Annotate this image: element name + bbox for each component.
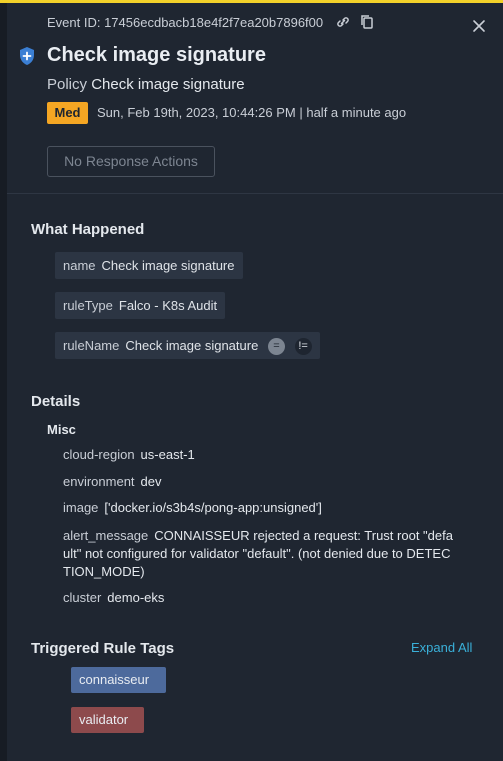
detail-value: us-east-1 bbox=[140, 447, 195, 462]
item-key: ruleName bbox=[63, 338, 120, 353]
misc-heading: Misc bbox=[47, 422, 76, 437]
left-edge bbox=[0, 3, 7, 761]
detail-row: alert_message CONNAISSEUR rejected a requ… bbox=[63, 527, 458, 581]
detail-row: environment dev bbox=[63, 474, 162, 489]
expand-all-link[interactable]: Expand All bbox=[411, 640, 472, 655]
detail-value: demo-eks bbox=[107, 590, 165, 605]
detail-row: cluster demo-eks bbox=[63, 590, 164, 605]
detail-value: ['docker.io/s3b4s/pong-app:unsigned'] bbox=[104, 500, 322, 515]
detail-key: alert_message bbox=[63, 528, 149, 543]
severity-badge: Med bbox=[47, 102, 88, 124]
tag-connaisseur[interactable]: connaisseur bbox=[71, 667, 166, 693]
detail-key: image bbox=[63, 500, 99, 515]
detail-key: environment bbox=[63, 474, 135, 489]
detail-key: cloud-region bbox=[63, 447, 135, 462]
policy-name[interactable]: Check image signature bbox=[91, 76, 244, 93]
page-title: Check image signature bbox=[47, 44, 266, 66]
policy-label: Policy bbox=[47, 76, 88, 93]
triggered-rule-tags-heading: Triggered Rule Tags bbox=[31, 640, 175, 657]
detail-value: dev bbox=[140, 474, 162, 489]
what-happened-heading: What Happened bbox=[31, 221, 145, 238]
event-id-row: Event ID: 17456ecdbacb18e4f2f7ea20b7896f… bbox=[47, 14, 374, 33]
section-divider bbox=[7, 193, 503, 194]
copy-icon[interactable] bbox=[360, 14, 374, 33]
close-icon[interactable] bbox=[470, 17, 488, 35]
tag-validator[interactable]: validator bbox=[71, 707, 144, 733]
detail-row: image ['docker.io/s3b4s/pong-app:unsigned… bbox=[63, 500, 322, 515]
item-key: name bbox=[63, 258, 96, 273]
item-value: Falco - K8s Audit bbox=[118, 298, 218, 313]
item-value: Check image signature bbox=[101, 258, 235, 273]
what-happened-item-name: name Check image signature bbox=[55, 252, 243, 279]
detail-row: cloud-region us-east-1 bbox=[63, 447, 195, 462]
detail-key: cluster bbox=[63, 590, 102, 605]
item-value: Check image signature bbox=[125, 338, 259, 353]
what-happened-item-rulename: ruleName Check image signature = != bbox=[55, 332, 320, 359]
link-icon[interactable] bbox=[335, 14, 351, 33]
details-heading: Details bbox=[31, 393, 81, 410]
filter-equals-button[interactable]: = bbox=[267, 338, 285, 356]
item-key: ruleType bbox=[63, 298, 113, 313]
event-timestamp: Sun, Feb 19th, 2023, 10:44:26 PM | half … bbox=[97, 105, 407, 120]
shield-plus-icon bbox=[18, 46, 36, 71]
what-happened-item-ruletype: ruleType Falco - K8s Audit bbox=[55, 292, 226, 319]
policy-line: Policy Check image signature bbox=[47, 76, 245, 93]
no-response-actions-button[interactable]: No Response Actions bbox=[47, 146, 215, 177]
event-id-text: Event ID: 17456ecdbacb18e4f2f7ea20b7896f… bbox=[47, 14, 324, 30]
filter-not-equals-button[interactable]: != bbox=[294, 338, 312, 356]
